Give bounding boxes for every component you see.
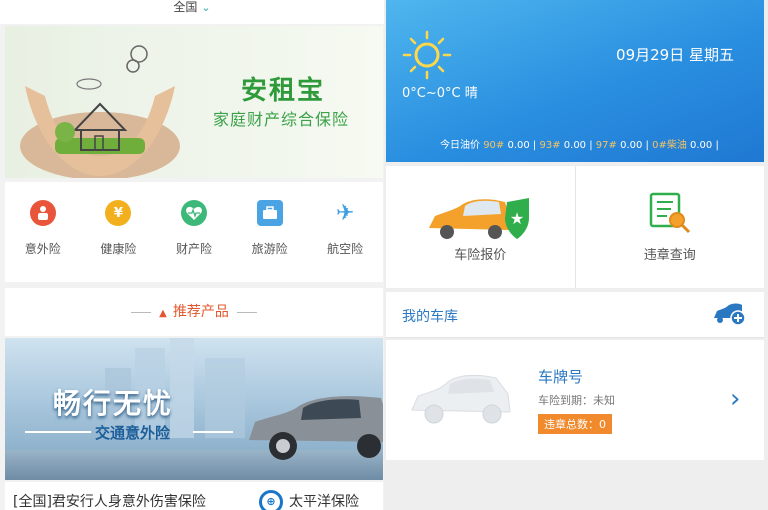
document-search-icon <box>649 192 690 234</box>
quick-label: 违章查询 <box>643 248 696 263</box>
garage-header: 我的车库 <box>386 292 764 338</box>
category-label: 财产险 <box>175 242 212 256</box>
divider <box>131 311 152 313</box>
add-car-button[interactable] <box>712 302 746 326</box>
oil-price: 0.00 <box>620 140 643 151</box>
hero-subtitle: 家庭财产综合保险 <box>213 110 350 129</box>
suitcase-icon <box>256 200 283 226</box>
category-label: 旅游险 <box>251 242 288 256</box>
divider <box>236 311 257 313</box>
quick-actions: ★ 车险报价 违章查询 <box>386 166 764 288</box>
category-label: 健康险 <box>100 242 137 256</box>
product-banner[interactable]: 畅行无忧 交通意外险 <box>5 338 383 480</box>
category-accident[interactable]: 意外险 <box>13 200 73 282</box>
category-grid: 意外险 ¥ 健康险 财产险 旅游险 ✈ 航空险 <box>5 182 383 282</box>
product-item[interactable]: [全国]君安行人身意外伤害保险 ⊕ 太平洋保险 <box>5 482 383 510</box>
garage-title: 我的车库 <box>402 309 458 325</box>
category-property[interactable]: 财产险 <box>164 200 224 282</box>
car-insurance-quote-button[interactable]: ★ 车险报价 <box>386 166 575 288</box>
home-screen: 全国 ⌄ 安租宝 家庭财产综合保险 意外险 ¥ 健康险 财产险 旅游险 ✈ 航空… <box>0 0 384 510</box>
oil-grade: 93# <box>539 140 561 151</box>
category-label: 航空险 <box>327 242 364 256</box>
category-health[interactable]: ¥ 健康险 <box>88 200 148 282</box>
flame-icon: ▲ <box>159 308 167 319</box>
oil-prices: 今日油价 90# 0.00 | 93# 0.00 | 97# 0.00 | 0#… <box>440 140 719 151</box>
oil-grade: 0#柴油 <box>652 140 687 151</box>
svg-text:★: ★ <box>510 209 524 228</box>
banner-title: 畅行无忧 <box>53 387 174 420</box>
chevron-right-icon[interactable]: › <box>730 384 740 414</box>
recommend-header: ▲ 推荐产品 <box>5 288 383 336</box>
divider <box>25 431 91 433</box>
region-selector[interactable]: 全国 ⌄ <box>0 0 384 24</box>
app-screens: 全国 ⌄ 安租宝 家庭财产综合保险 意外险 ¥ 健康险 财产险 旅游险 ✈ 航空… <box>0 0 768 510</box>
quick-label: 车险报价 <box>454 248 507 263</box>
yen-icon: ¥ <box>105 200 132 226</box>
heart-pulse-icon <box>180 200 207 226</box>
oil-grade: 97# <box>595 140 617 151</box>
car-screen: 0°C~0°C 晴 09月29日 星期五 今日油价 90# 0.00 | 93#… <box>386 0 768 510</box>
temperature: 0°C~0°C 晴 <box>402 86 478 101</box>
car-placeholder-icon <box>411 374 511 424</box>
insurance-expiry: 车险到期：未知 <box>538 394 615 407</box>
person-icon <box>29 200 56 226</box>
chevron-down-icon: ⌄ <box>201 1 211 14</box>
brand: ⊕ 太平洋保险 <box>259 490 359 510</box>
product-name: [全国]君安行人身意外伤害保险 <box>13 494 206 510</box>
pacific-logo-icon: ⊕ <box>259 490 283 510</box>
oil-price: 0.00 <box>507 140 530 151</box>
violation-query-button[interactable]: 违章查询 <box>574 166 765 288</box>
oil-label: 今日油价 <box>440 140 480 151</box>
violation-badge: 违章总数：0 <box>538 414 612 434</box>
category-label: 意外险 <box>24 242 61 256</box>
hands-house-illustration <box>20 45 180 178</box>
oil-price: 0.00 <box>563 140 587 151</box>
plate-number: 车牌号 <box>538 368 584 386</box>
brand-name: 太平洋保险 <box>289 494 359 510</box>
category-travel[interactable]: 旅游险 <box>240 200 300 282</box>
oil-price: 0.00 <box>690 140 713 151</box>
airplane-icon: ✈ <box>335 200 355 226</box>
category-aviation[interactable]: ✈ 航空险 <box>315 200 375 282</box>
hero-title: 安租宝 <box>241 76 326 106</box>
divider <box>193 431 233 433</box>
date: 09月29日 星期五 <box>616 46 734 64</box>
sun-icon <box>402 30 452 80</box>
oil-grade: 90# <box>483 140 505 151</box>
recommend-label: 推荐产品 <box>172 304 229 320</box>
car-shield-icon: ★ <box>429 198 530 239</box>
car-card[interactable]: 车牌号 车险到期：未知 违章总数：0 › <box>386 340 764 460</box>
banner-subtitle: 交通意外险 <box>95 424 171 442</box>
car-illustration <box>249 396 383 460</box>
region-label: 全国 <box>173 0 198 14</box>
hero-banner[interactable]: 安租宝 家庭财产综合保险 <box>5 26 383 178</box>
weather-panel: 0°C~0°C 晴 09月29日 星期五 今日油价 90# 0.00 | 93#… <box>386 0 764 162</box>
